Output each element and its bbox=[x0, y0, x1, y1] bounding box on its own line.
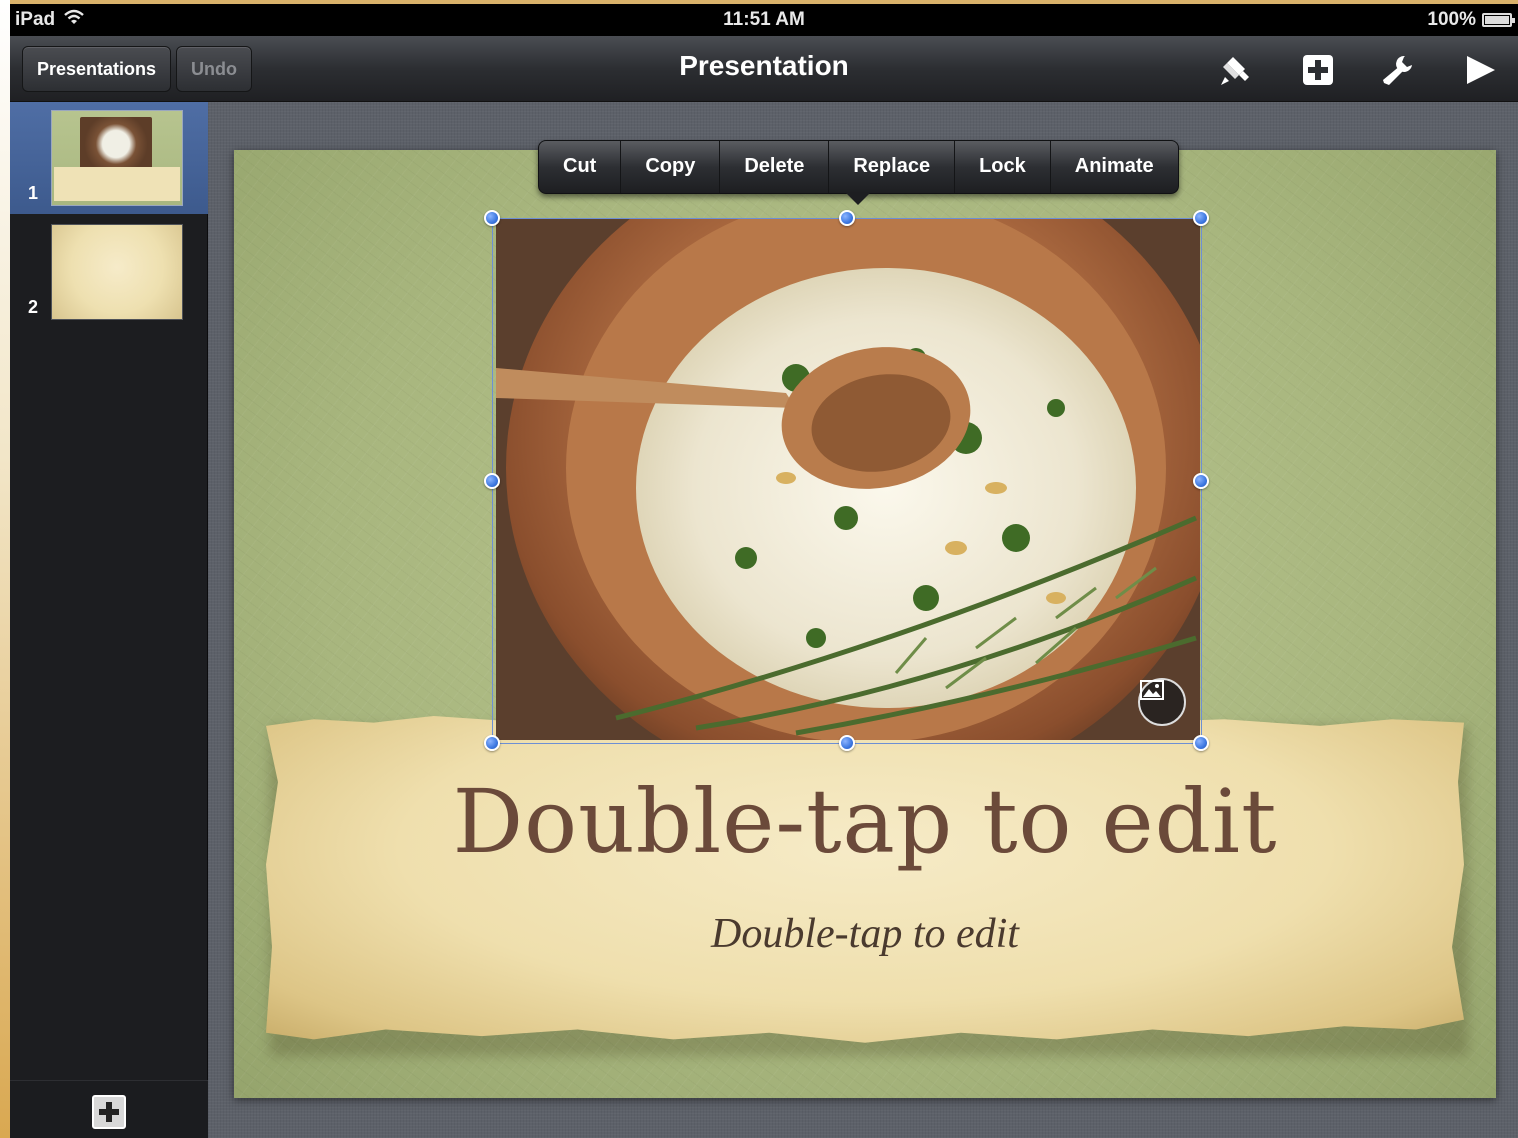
edit-menu: Cut Copy Delete Replace Lock Animate bbox=[538, 140, 1179, 205]
toolbar: Presentations Undo Presentation bbox=[10, 36, 1518, 102]
slide-title[interactable]: Double-tap to edit bbox=[234, 770, 1496, 873]
menu-item-delete[interactable]: Delete bbox=[719, 141, 828, 193]
menu-item-cut[interactable]: Cut bbox=[539, 141, 620, 193]
menu-item-lock[interactable]: Lock bbox=[954, 141, 1050, 193]
slide-thumbnail-2[interactable]: 2 bbox=[10, 216, 208, 328]
slide-thumbnail-1[interactable]: 1 bbox=[10, 102, 208, 214]
insert-icon[interactable] bbox=[1298, 50, 1338, 90]
slide-thumbnail-image bbox=[51, 224, 183, 320]
slide-number: 1 bbox=[28, 183, 39, 203]
resize-handle-top[interactable] bbox=[839, 210, 855, 226]
replace-media-button[interactable] bbox=[1138, 678, 1186, 726]
thumbnail-photo bbox=[80, 117, 152, 171]
image-icon bbox=[1140, 680, 1164, 700]
paper-banner bbox=[266, 716, 1464, 1043]
status-time: 11:51 AM bbox=[723, 9, 805, 30]
paintbrush-icon[interactable] bbox=[1216, 50, 1256, 90]
resize-handle-bottom[interactable] bbox=[839, 735, 855, 751]
status-right: 100% bbox=[1427, 9, 1515, 31]
resize-handle-bottom-left[interactable] bbox=[484, 735, 500, 751]
menu-item-animate[interactable]: Animate bbox=[1049, 141, 1178, 193]
menu-item-copy[interactable]: Copy bbox=[620, 141, 719, 193]
resize-handle-left[interactable] bbox=[484, 473, 500, 489]
slide-number: 2 bbox=[28, 297, 39, 317]
slide-thumbnail-image bbox=[51, 110, 183, 206]
desktop-edge bbox=[0, 0, 10, 1138]
undo-button[interactable]: Undo bbox=[176, 46, 252, 92]
sidebar-footer bbox=[10, 1080, 208, 1138]
add-slide-button[interactable] bbox=[92, 1095, 126, 1129]
slide[interactable]: Double-tap to edit Double-tap to edit bbox=[234, 150, 1496, 1098]
play-icon[interactable] bbox=[1460, 50, 1500, 90]
slide-canvas: Double-tap to edit Double-tap to edit Cu… bbox=[208, 102, 1518, 1138]
battery-percent: 100% bbox=[1427, 9, 1476, 30]
wrench-icon[interactable] bbox=[1378, 50, 1418, 90]
risotto-image bbox=[496, 218, 1200, 740]
status-bar: iPad 11:51 AM 100% bbox=[10, 4, 1518, 36]
slide-subtitle[interactable]: Double-tap to edit bbox=[234, 910, 1496, 958]
ipad-screen: iPad 11:51 AM 100% Presentations Undo Pr… bbox=[10, 4, 1518, 1138]
resize-handle-top-left[interactable] bbox=[484, 210, 500, 226]
resize-handle-bottom-right[interactable] bbox=[1193, 735, 1209, 751]
battery-icon bbox=[1482, 13, 1515, 27]
slide-photo[interactable] bbox=[496, 218, 1200, 740]
plus-icon bbox=[99, 1102, 119, 1122]
thumbnail-paper bbox=[54, 167, 180, 201]
presentations-button[interactable]: Presentations bbox=[22, 46, 172, 92]
resize-handle-right[interactable] bbox=[1193, 473, 1209, 489]
resize-handle-top-right[interactable] bbox=[1193, 210, 1209, 226]
slide-navigator: 1 2 bbox=[10, 102, 208, 1138]
menu-item-replace[interactable]: Replace bbox=[828, 141, 954, 193]
